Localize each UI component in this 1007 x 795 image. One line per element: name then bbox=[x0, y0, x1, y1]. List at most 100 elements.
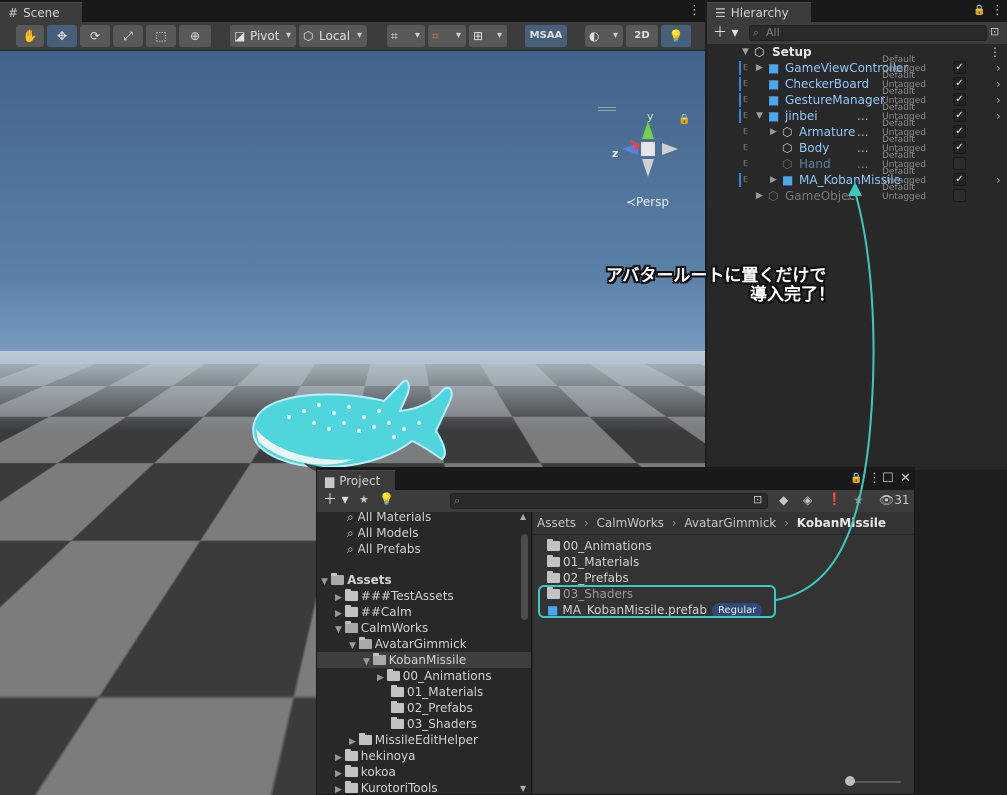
expand-arrow-icon[interactable]: ▶ bbox=[756, 188, 763, 204]
hidden-packages-toggle[interactable]: 👁31 bbox=[879, 493, 910, 507]
rotate-tool-button[interactable]: ⟳ bbox=[80, 25, 110, 47]
expand-arrow-icon[interactable]: ▶ bbox=[335, 609, 345, 619]
search-type-icon[interactable]: ⊡ bbox=[753, 493, 762, 506]
create-asset-dropdown[interactable]: ＋ ▾ bbox=[323, 491, 348, 509]
warning-icon[interactable]: ❗ bbox=[827, 492, 842, 506]
hierarchy-item[interactable]: E ▼ ■ jinbei ... Default Untagged ✓ › bbox=[707, 108, 1007, 124]
close-icon[interactable]: ✕ bbox=[900, 471, 911, 487]
tree-item[interactable]: ▶ hekinoya bbox=[317, 748, 532, 764]
hierarchy-item[interactable]: E ⬡ Body ... Default Untagged ✓ bbox=[707, 140, 1007, 156]
tree-item[interactable]: ▼ CalmWorks bbox=[317, 620, 532, 636]
star-filter-icon[interactable]: ★ bbox=[853, 493, 864, 507]
hierarchy-root-row[interactable]: ▼ ⬡ Setup ⋮ bbox=[707, 44, 1007, 60]
tree-item[interactable]: ▶ ##Calm bbox=[317, 604, 532, 620]
filter-type-icon[interactable]: ◆ bbox=[779, 493, 788, 507]
expand-arrow-icon[interactable]: ▶ bbox=[335, 753, 345, 763]
expand-arrow-icon[interactable]: ▶ bbox=[335, 593, 345, 603]
open-prefab-arrow-icon[interactable]: › bbox=[996, 76, 1001, 92]
project-tab[interactable]: ▆ Project bbox=[317, 470, 395, 490]
hierarchy-item[interactable]: E ■ CheckerBoard Default Untagged ✓ › bbox=[707, 76, 1007, 92]
expand-arrow-icon[interactable]: ▶ bbox=[756, 60, 763, 76]
file-item[interactable]: 00_Animations bbox=[547, 538, 652, 554]
hierarchy-item[interactable]: E ⬡ Hand ... Default Untagged bbox=[707, 156, 1007, 172]
tree-item[interactable]: 03_Shaders bbox=[317, 716, 532, 732]
open-prefab-arrow-icon[interactable]: › bbox=[996, 108, 1001, 124]
active-checkbox[interactable]: ✓ bbox=[953, 141, 966, 154]
filter-label-icon[interactable]: ◈ bbox=[803, 493, 812, 507]
2d-toggle-button[interactable]: 2D bbox=[626, 25, 658, 47]
tree-item[interactable]: ▶ 00_Animations bbox=[317, 668, 532, 684]
pivot-dropdown[interactable]: ◪ Pivot bbox=[230, 25, 296, 47]
expand-arrow-icon[interactable]: ▼ bbox=[756, 108, 763, 124]
expand-arrow-icon[interactable]: ▶ bbox=[335, 785, 345, 795]
expand-arrow-icon[interactable]: ▼ bbox=[335, 625, 345, 635]
lighting-toggle-button[interactable]: 💡 bbox=[661, 25, 691, 47]
active-checkbox[interactable]: ✓ bbox=[953, 77, 966, 90]
tree-item[interactable]: ▼ AvatarGimmick bbox=[317, 636, 532, 652]
hand-tool-button[interactable]: ✋ bbox=[16, 25, 44, 47]
tree-scrollbar[interactable] bbox=[521, 534, 528, 620]
expand-arrow-icon[interactable]: ▶ bbox=[770, 172, 777, 188]
maximize-icon[interactable]: ☐ bbox=[882, 471, 894, 487]
breadcrumb-item[interactable]: CalmWorks bbox=[597, 516, 664, 530]
bulb-filter-icon[interactable]: 💡 bbox=[379, 492, 394, 506]
breadcrumb-item[interactable]: AvatarGimmick bbox=[684, 516, 776, 530]
shading-dropdown[interactable]: ◐ bbox=[585, 25, 623, 47]
open-prefab-arrow-icon[interactable]: › bbox=[996, 172, 1001, 188]
scroll-down-icon[interactable]: ▼ bbox=[520, 784, 526, 793]
hierarchy-item[interactable]: E ▶ ■ MA_KobanMissile Default Untagged ✓ … bbox=[707, 172, 1007, 188]
local-dropdown[interactable]: ⬡ Local bbox=[299, 25, 367, 47]
root-menu-icon[interactable]: ⋮ bbox=[989, 44, 1001, 60]
tree-item[interactable]: ⌕ All Prefabs bbox=[317, 541, 532, 557]
scene-menu-icon[interactable]: ⋮ bbox=[688, 3, 701, 19]
tree-item[interactable]: ▶ kokoa bbox=[317, 764, 532, 780]
msaa-button[interactable]: MSAA bbox=[525, 25, 567, 47]
tree-item[interactable]: ▶ MissileEditHelper bbox=[317, 732, 532, 748]
open-prefab-arrow-icon[interactable]: › bbox=[996, 92, 1001, 108]
expand-arrow-icon[interactable]: ▶ bbox=[377, 673, 387, 683]
scale-tool-button[interactable]: ⤢ bbox=[113, 25, 143, 47]
align-dropdown[interactable]: ⊞ bbox=[469, 25, 507, 47]
create-dropdown[interactable]: ＋ ▾ bbox=[713, 24, 738, 42]
tree-item[interactable]: ⌕ All Models bbox=[317, 525, 532, 541]
expand-arrow-icon[interactable]: ▶ bbox=[770, 124, 777, 140]
active-checkbox[interactable]: ✓ bbox=[953, 173, 966, 186]
scroll-up-icon[interactable]: ▲ bbox=[520, 512, 526, 521]
hierarchy-menu-icon[interactable]: ⋮ bbox=[991, 3, 1004, 19]
project-lock-icon[interactable]: 🔒 bbox=[850, 471, 862, 487]
project-menu-icon[interactable]: ⋮ bbox=[868, 471, 881, 487]
tree-item[interactable]: ▶ KurotoriTools bbox=[317, 780, 532, 795]
transform-tool-button[interactable]: ⊕ bbox=[179, 25, 211, 47]
active-checkbox[interactable]: ✓ bbox=[953, 125, 966, 138]
hierarchy-item[interactable]: E ■ GestureManager Default Untagged ✓ › bbox=[707, 92, 1007, 108]
project-search-input[interactable]: ⌕ bbox=[450, 493, 768, 509]
scene-tab[interactable]: # Scene bbox=[0, 2, 82, 22]
expand-arrow-icon[interactable]: ▼ bbox=[349, 641, 359, 651]
favorites-star-icon[interactable]: ★ bbox=[359, 493, 369, 506]
active-checkbox[interactable] bbox=[953, 157, 966, 170]
active-checkbox[interactable] bbox=[953, 189, 966, 202]
hierarchy-item[interactable]: ▶ ⬡ GameObjec ... Default Untagged bbox=[707, 188, 1007, 204]
rect-tool-button[interactable]: ⬚ bbox=[146, 25, 176, 47]
expand-arrow-icon[interactable]: ▼ bbox=[321, 577, 331, 587]
persp-label[interactable]: ≺Persp bbox=[626, 195, 669, 209]
expand-arrow-icon[interactable]: ▼ bbox=[742, 44, 749, 60]
grid-snap-dropdown[interactable]: ⌗ bbox=[387, 25, 425, 47]
active-checkbox[interactable]: ✓ bbox=[953, 61, 966, 74]
expand-arrow-icon[interactable]: ▶ bbox=[349, 737, 359, 747]
tree-item[interactable]: ⌕ All Materials bbox=[317, 512, 532, 525]
move-tool-button[interactable]: ✥ bbox=[47, 25, 77, 47]
hierarchy-item[interactable]: E ▶ ■ GameViewController Default Untagged… bbox=[707, 60, 1007, 76]
tree-item[interactable]: 01_Materials bbox=[317, 684, 532, 700]
hierarchy-tab[interactable]: ☰ Hierarchy bbox=[707, 2, 811, 22]
increment-snap-dropdown[interactable]: ⌗ bbox=[428, 25, 466, 47]
tree-item[interactable]: ▼ Assets bbox=[317, 572, 532, 588]
file-item[interactable]: 02_Prefabs bbox=[547, 570, 629, 586]
breadcrumb-item[interactable]: Assets bbox=[537, 516, 576, 530]
active-checkbox[interactable]: ✓ bbox=[953, 109, 966, 122]
hierarchy-search-input[interactable]: ⌕ All bbox=[749, 25, 987, 41]
open-prefab-arrow-icon[interactable]: › bbox=[996, 60, 1001, 76]
search-options-icon[interactable]: ⊡ bbox=[990, 25, 999, 38]
hierarchy-lock-icon[interactable]: 🔒 bbox=[973, 3, 985, 19]
expand-arrow-icon[interactable]: ▶ bbox=[335, 769, 345, 779]
